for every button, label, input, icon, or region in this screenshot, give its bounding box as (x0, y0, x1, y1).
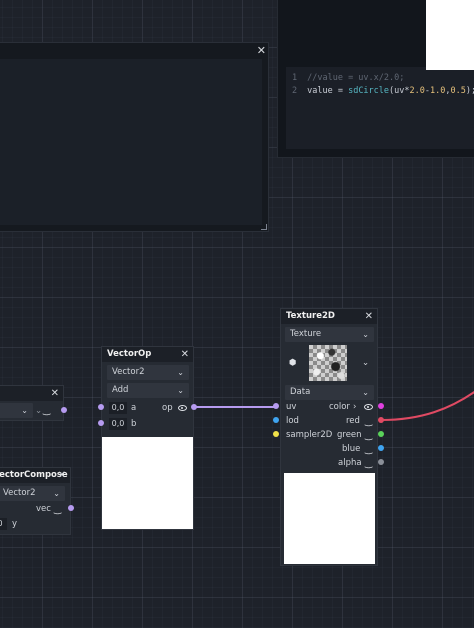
chevron-down-icon[interactable]: ⌄ (35, 405, 42, 417)
chevron-down-icon: ⌄ (21, 406, 28, 415)
node-select[interactable]: ⌄ (0, 403, 33, 418)
chevron-down-icon: ⌄ (362, 330, 369, 339)
output-blue-socket[interactable] (378, 445, 384, 451)
chevron-down-icon[interactable]: ⌄ (362, 357, 369, 369)
close-icon[interactable]: ✕ (365, 311, 373, 322)
close-icon[interactable]: ✕ (257, 45, 266, 56)
chevron-down-icon: ⌄ (53, 489, 60, 498)
chevron-down-icon: ⌄ (362, 388, 369, 397)
output-alpha-label: alpha (338, 458, 362, 468)
output-alpha-socket[interactable] (378, 459, 384, 465)
input-a-value[interactable]: 0,0 (109, 402, 127, 414)
close-icon[interactable]: ✕ (51, 388, 59, 399)
output-vec-label: vec (36, 504, 51, 514)
close-icon[interactable]: ✕ (181, 349, 189, 360)
code-token: value = (307, 86, 349, 96)
input-sampler2d-label: sampler2D (286, 430, 333, 440)
node-title: VectorOp ✕ (102, 347, 193, 362)
eye-icon[interactable] (364, 404, 373, 410)
line-number: 1 (292, 73, 298, 83)
link-icon[interactable]: ‿ (365, 460, 372, 469)
code-token-number: 2.0 (409, 86, 425, 96)
input-uv-socket[interactable] (273, 403, 279, 409)
node-title: Texture2D ✕ (281, 309, 377, 324)
input-lod-socket[interactable] (273, 417, 279, 423)
input-b-socket[interactable] (98, 420, 104, 426)
output-red-label: red (346, 416, 360, 426)
input-y-value[interactable]: 0 (0, 518, 7, 530)
input-a-label: a (131, 403, 137, 413)
link-icon[interactable]: ‿ (54, 506, 61, 515)
input-lod-label: lod (286, 416, 299, 426)
input-uv-label: uv (286, 402, 297, 412)
node-title: VectorCompose ✕ (0, 468, 70, 483)
texture2d-node: Texture2D ✕ Texture ⌄ ⬢ ⌄ Data ⌄ uv lod sa… (280, 308, 378, 566)
output-op-label: op (162, 403, 173, 413)
chevron-down-icon: ⌄ (177, 368, 184, 377)
output-vec-socket[interactable] (68, 505, 74, 511)
preview-panel-content (0, 59, 262, 225)
input-b-value[interactable]: 0,0 (109, 418, 127, 430)
vectorop-node: VectorOp ✕ Vector2 ⌄ Add ⌄ 0,0 a op 0,0 b (101, 346, 194, 530)
output-red-socket[interactable] (378, 417, 384, 423)
vector-type-select[interactable]: Vector2 ⌄ (0, 486, 65, 501)
node-preview (284, 473, 375, 564)
vectorcompose-node: VectorCompose ✕ Vector2⌄ vec ‿ 0 y (0, 467, 71, 535)
input-y-label: y (12, 519, 18, 529)
code-line-1: //value = uv.x/2.0; (307, 73, 405, 83)
node-preview (102, 437, 193, 529)
output-color-label: color (329, 402, 350, 412)
link-icon[interactable]: ‿ (365, 432, 372, 441)
operation-select[interactable]: Add ⌄ (107, 383, 189, 398)
code-token-number: 0.5 (450, 86, 466, 96)
input-b-label: b (131, 419, 137, 429)
chevron-down-icon: ⌄ (177, 386, 184, 395)
code-token: ); (465, 86, 474, 96)
vector-type-select[interactable]: Vector2 ⌄ (107, 365, 189, 380)
code-token: (uv* (389, 86, 410, 96)
link-icon[interactable]: ‿ (43, 407, 50, 416)
partial-node-output-socket[interactable] (61, 407, 67, 413)
input-sampler2d-socket[interactable] (273, 431, 279, 437)
output-green-socket[interactable] (378, 431, 384, 437)
partial-node: ✕ ⌄ ⌄ ‿ (0, 385, 64, 421)
resize-handle-icon[interactable] (261, 224, 267, 230)
input-a-socket[interactable] (98, 404, 104, 410)
output-blue-label: blue (342, 444, 361, 454)
data-select[interactable]: Data ⌄ (285, 385, 374, 400)
code-token-number: 1.0 (430, 86, 446, 96)
texture-thumbnail[interactable] (309, 345, 347, 381)
output-green-label: green (337, 430, 362, 440)
line-number: 2 (292, 86, 298, 96)
wire-texture-red-out[interactable] (380, 388, 474, 421)
texture-type-select[interactable]: Texture ⌄ (285, 327, 374, 342)
chevron-right-icon[interactable]: › (353, 401, 356, 413)
node-title: ✕ (0, 386, 63, 401)
output-op-socket[interactable] (191, 404, 197, 410)
code-token-function: sdCircle (348, 86, 390, 96)
cube-icon[interactable]: ⬢ (289, 357, 296, 369)
output-preview (426, 0, 474, 70)
code-editor[interactable]: 1 //value = uv.x/2.0; 2 value = sdCircle… (286, 67, 474, 149)
output-color-socket[interactable] (378, 403, 384, 409)
link-icon[interactable]: ‿ (365, 418, 372, 427)
eye-icon[interactable] (178, 405, 187, 411)
preview-panel: ✕ (0, 42, 269, 232)
close-icon[interactable]: ✕ (58, 470, 66, 481)
link-icon[interactable]: ‿ (365, 446, 372, 455)
